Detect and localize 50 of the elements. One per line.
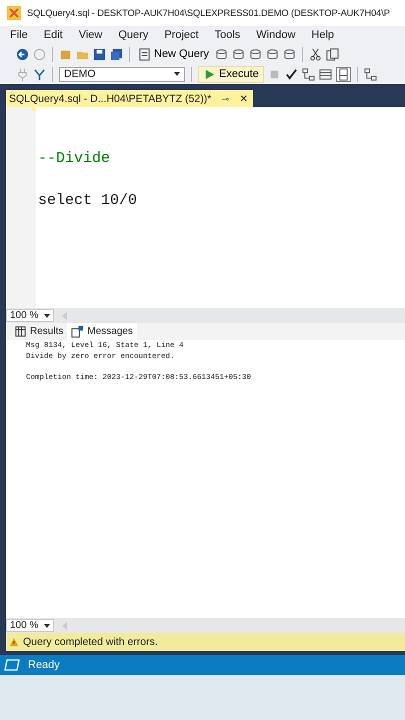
menu-item[interactable]: Help [303,29,342,41]
execute-button[interactable]: Execute [198,66,264,82]
status-text: Ready [28,659,60,671]
menu-item[interactable]: Window [248,29,304,41]
menu-item[interactable]: Query [110,29,156,41]
database-dropdown[interactable]: DEMO [59,66,185,82]
tab-title: SQLQuery4.sql - D...H04\PETABYTZ (52))* [9,92,212,104]
caret-icon [44,624,50,628]
query-plan-icon[interactable] [364,68,377,80]
query-plan-icon[interactable] [302,68,315,80]
new-query-button[interactable]: New Query [136,48,212,60]
menu-item[interactable]: Project [156,29,207,41]
play-icon [203,68,216,80]
code-line: select 10/0 [38,191,138,211]
results-grid-icon[interactable] [318,68,332,80]
close-button[interactable]: ✕ [239,92,248,104]
window-title: SQLQuery4.sql - DESKTOP-AUK7H04\SQLEXPRESS01.DEMO (DESKTOP-AUK7H04\P [27,8,390,18]
database-query-icon[interactable] [266,48,280,60]
result-tab[interactable]: Results [10,323,68,340]
database-query-icon[interactable] [232,48,246,60]
checkmark-icon[interactable] [284,68,298,80]
menu-item[interactable]: Tools [206,29,248,41]
database-query-icon[interactable] [249,48,262,60]
save-icon[interactable] [93,48,106,60]
zoom-dropdown[interactable]: 100 % [6,619,54,632]
pin-button[interactable]: ⊸ [221,94,230,104]
save-all-icon[interactable] [110,48,123,60]
copy-icon[interactable] [326,48,340,60]
zoom-dropdown[interactable]: 100 % [6,309,54,322]
app-icon [6,5,22,21]
database-query-icon[interactable] [283,48,296,60]
grid-icon [14,325,27,338]
caret-icon [174,72,180,76]
back-icon[interactable] [16,48,29,60]
warning-icon [9,637,19,647]
query-status-text: Query completed with errors. [23,636,158,648]
document-icon [138,48,151,60]
menu-item[interactable]: View [70,29,110,41]
cut-icon[interactable] [309,48,322,60]
message-icon [71,325,84,338]
connection-icon[interactable] [33,68,46,80]
results-pane-icon[interactable] [336,66,351,82]
menu-item[interactable]: Edit [36,29,71,41]
caret-icon [44,314,50,318]
result-tab[interactable]: Messages [67,323,137,340]
status-icon [4,659,20,671]
database-query-icon[interactable] [215,48,228,60]
document-tab[interactable]: SQLQuery4.sql - D...H04\PETABYTZ (52))* ⊸ ✕ [6,90,254,107]
code-comment: --Divide [38,149,112,169]
menu-item[interactable]: File [2,29,36,41]
